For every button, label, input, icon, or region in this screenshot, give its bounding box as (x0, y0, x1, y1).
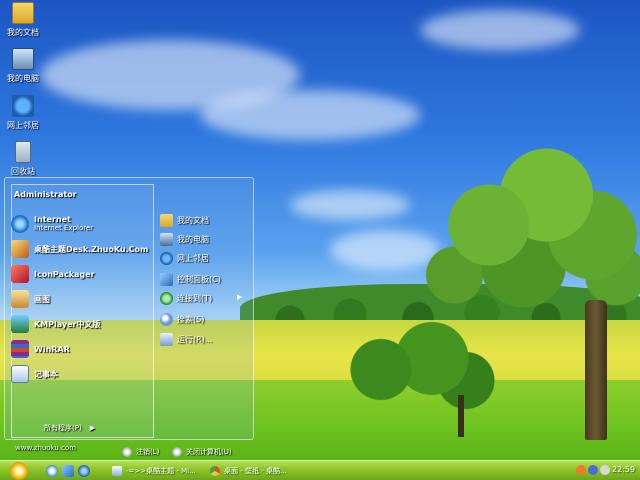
submenu-arrow-icon: ▶ (237, 293, 243, 301)
quicklaunch-desktop-icon[interactable] (46, 465, 58, 477)
taskbar: -=>>桌酷主题 - Mi... 桌面 - 壁纸 - 桌酷... 22:59 (0, 460, 640, 480)
program-name: 记事本 (34, 369, 58, 379)
place-run[interactable]: 运行(R)... (160, 331, 212, 347)
cloud (290, 190, 410, 220)
control-panel-icon (160, 272, 173, 286)
place-label: 我的文档 (177, 215, 209, 225)
program-name: 桌酷主题Desk.ZhuoKu.Com (34, 244, 149, 254)
program-name: 画图 (34, 294, 50, 304)
arrow-right-icon: ▶ (89, 424, 96, 432)
user-name: Administrator (14, 190, 77, 199)
place-search[interactable]: 搜索(S) (160, 311, 204, 327)
run-icon (160, 332, 173, 346)
cloud (420, 10, 580, 50)
place-label: 搜索(S) (177, 314, 205, 324)
computer-icon (160, 232, 173, 246)
quicklaunch-media-icon[interactable] (78, 465, 90, 477)
all-programs-label: 所有程序(P) (44, 424, 82, 432)
website-url: www.zhuoku.com (15, 444, 77, 452)
place-network[interactable]: 网上邻居 (160, 250, 209, 266)
place-control-panel[interactable]: 控制面板(C) (160, 271, 221, 287)
zhuoku-icon (11, 240, 29, 258)
desktop-icon-network[interactable]: 网上邻居 (0, 95, 46, 131)
program-name: Internet (34, 215, 71, 224)
folder-icon (160, 213, 173, 227)
shutdown-button[interactable]: 关闭计算机(U) (172, 446, 232, 458)
kmplayer-icon (11, 315, 29, 333)
search-icon (160, 312, 173, 326)
start-button[interactable] (10, 462, 28, 480)
computer-icon (12, 48, 34, 70)
desktop-icon-label: 我的电脑 (7, 74, 39, 83)
chrome-icon (210, 466, 220, 476)
place-label: 连接到(T) (177, 293, 213, 303)
winrar-icon (11, 340, 29, 358)
all-programs-button[interactable]: 所有程序(P) ▶ (44, 423, 95, 433)
program-name: WinRAR (34, 344, 70, 354)
program-subtitle: Internet Explorer (34, 224, 94, 232)
folder-icon (12, 2, 34, 24)
logoff-icon (122, 447, 132, 457)
taskbar-button-zhuoku[interactable]: -=>>桌酷主题 - Mi... (108, 463, 204, 479)
network-icon (12, 95, 34, 117)
recycle-bin-icon (15, 141, 31, 163)
middle-tree-trunk (458, 395, 464, 437)
program-winrar[interactable]: WinRAR (11, 338, 70, 360)
iconpackager-icon (11, 265, 29, 283)
place-label: 运行(R)... (177, 334, 213, 344)
place-my-computer[interactable]: 我的电脑 (160, 231, 209, 247)
big-tree-trunk (585, 300, 607, 440)
clock[interactable]: 22:59 (612, 465, 635, 474)
place-label: 控制面板(C) (177, 274, 221, 284)
desktop-icon-label: 网上邻居 (7, 121, 39, 130)
desktop-icon-label: 我的文档 (7, 28, 39, 37)
logoff-button[interactable]: 注销(L) (122, 446, 159, 458)
tray-qq-icon[interactable] (576, 465, 586, 475)
desktop-icon-label: 回收站 (11, 167, 35, 176)
desktop-icon-my-documents[interactable]: 我的文档 (0, 2, 46, 38)
program-name: KMPlayer中文版 (34, 319, 101, 329)
tray-volume-icon[interactable] (600, 465, 610, 475)
connect-icon (160, 291, 173, 305)
internet-explorer-icon (11, 215, 29, 233)
notepad-icon (11, 365, 29, 383)
program-notepad[interactable]: 记事本 (11, 363, 58, 385)
taskbar-button-chrome[interactable]: 桌面 - 壁纸 - 桌酷... (206, 463, 306, 479)
tray-network-icon[interactable] (588, 465, 598, 475)
paint-icon (11, 290, 29, 308)
quicklaunch-browser-icon[interactable] (62, 465, 74, 477)
program-internet-explorer[interactable]: Internet Internet Explorer (11, 213, 93, 235)
program-zhuoku[interactable]: 桌酷主题Desk.ZhuoKu.Com (11, 238, 148, 260)
desktop-icon-recycle-bin[interactable]: 回收站 (0, 141, 46, 177)
document-icon (112, 466, 122, 476)
program-name: IconPackager (34, 269, 95, 279)
network-icon (160, 251, 173, 265)
shutdown-label: 关闭计算机(U) (186, 448, 232, 456)
place-connect-to[interactable]: 连接到(T) (160, 290, 212, 306)
program-iconpackager[interactable]: IconPackager (11, 263, 95, 285)
cloud (200, 90, 420, 140)
program-kmplayer[interactable]: KMPlayer中文版 (11, 313, 101, 335)
logoff-label: 注销(L) (136, 448, 160, 456)
place-label: 网上邻居 (177, 253, 209, 263)
place-my-documents[interactable]: 我的文档 (160, 212, 209, 228)
power-icon (172, 447, 182, 457)
program-paint[interactable]: 画图 (11, 288, 50, 310)
place-label: 我的电脑 (177, 234, 209, 244)
taskbar-button-label: 桌面 - 壁纸 - 桌酷... (224, 467, 287, 475)
big-tree-canopy (420, 145, 640, 345)
taskbar-button-label: -=>>桌酷主题 - Mi... (126, 467, 196, 475)
desktop-icon-my-computer[interactable]: 我的电脑 (0, 48, 46, 84)
